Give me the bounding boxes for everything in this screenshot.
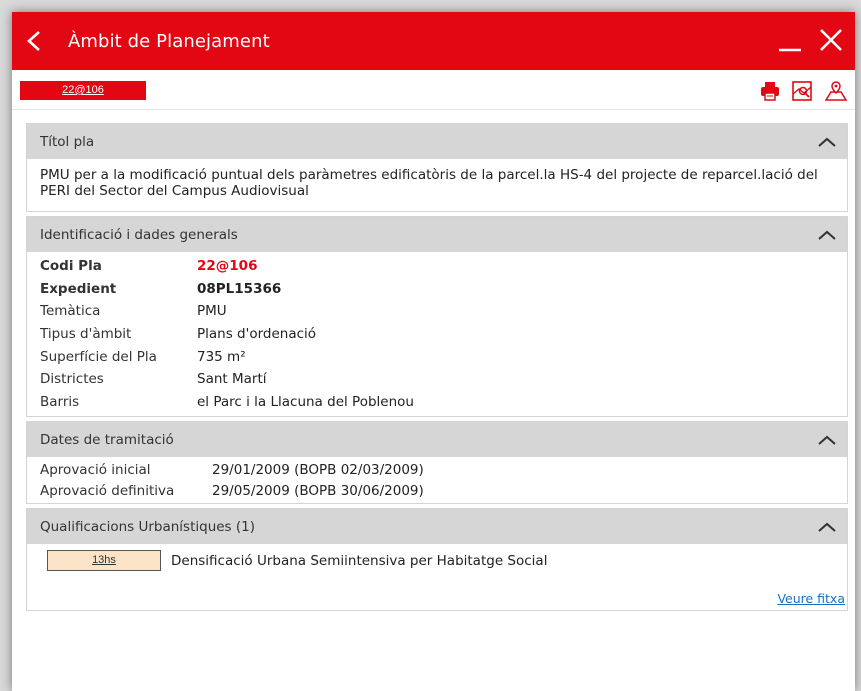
section-title: Dates de tramitació [40, 431, 174, 448]
field-value: Sant Martí [197, 371, 267, 388]
minimize-icon[interactable] [777, 26, 803, 54]
qualification-row: 13hs Densificació Urbana Semiintensiva p… [35, 550, 839, 572]
section-header-identificacio[interactable]: Identificació i dades generals [27, 217, 847, 252]
veure-fitxa-link[interactable]: Veure fitxa [777, 591, 845, 607]
field-row: Expedient 08PL15366 [40, 278, 834, 301]
chevron-up-icon[interactable] [817, 434, 837, 446]
field-value: el Parc i la Llacuna del Poblenou [197, 393, 414, 410]
dates-list: Aprovació inicial 29/01/2009 (BOPB 02/03… [27, 457, 847, 503]
toolbar: 22@106 [12, 70, 855, 110]
section-titol-pla: Títol pla PMU per a la modificació puntu… [26, 123, 848, 212]
date-value: 29/05/2009 (BOPB 30/06/2009) [212, 482, 424, 499]
identification-list: Codi Pla 22@106 Expedient 08PL15366 Temà… [27, 252, 847, 416]
field-row: Superfície del Pla 735 m² [40, 345, 834, 368]
qualification-code-link[interactable]: 13hs [47, 550, 161, 572]
section-identificacio: Identificació i dades generals Codi Pla … [26, 216, 848, 418]
content-area: Títol pla PMU per a la modificació puntu… [26, 123, 848, 615]
window-title: Àmbit de Planejament [68, 30, 270, 52]
section-header-titol[interactable]: Títol pla [27, 124, 847, 159]
section-header-dates[interactable]: Dates de tramitació [27, 422, 847, 458]
field-row: Codi Pla 22@106 [40, 255, 834, 278]
field-label: Codi Pla [40, 258, 102, 275]
field-row: Tipus d'àmbit Plans d'ordenació [40, 323, 834, 346]
qualification-body: 13hs Densificació Urbana Semiintensiva p… [27, 544, 847, 610]
field-row: Barris el Parc i la Llacuna del Poblenou [40, 391, 834, 414]
print-icon[interactable] [759, 80, 781, 102]
field-row: Temàtica PMU [40, 300, 834, 323]
section-title: Títol pla [40, 133, 95, 150]
map-zoom-icon[interactable] [791, 80, 813, 102]
chevron-up-icon[interactable] [817, 136, 837, 148]
date-label: Aprovació definitiva [40, 482, 175, 499]
date-row: Aprovació inicial 29/01/2009 (BOPB 02/03… [40, 459, 834, 480]
section-header-qualificacions[interactable]: Qualificacions Urbanístiques (1) [27, 509, 847, 545]
date-row: Aprovació definitiva 29/05/2009 (BOPB 30… [40, 480, 834, 501]
field-label: Expedient [40, 280, 117, 297]
plan-code-link[interactable]: 22@106 [20, 81, 146, 100]
chevron-up-icon[interactable] [817, 521, 837, 533]
section-qualificacions: Qualificacions Urbanístiques (1) 13hs De… [26, 508, 848, 612]
field-value: 22@106 [197, 258, 258, 275]
field-row: Districtes Sant Martí [40, 368, 834, 391]
date-label: Aprovació inicial [40, 461, 151, 478]
planning-panel: Àmbit de Planejament 22@106 Títol pla PM… [12, 12, 855, 691]
title-bar: Àmbit de Planejament [12, 12, 855, 70]
field-label: Districtes [40, 371, 104, 388]
map-location-icon[interactable] [825, 80, 847, 102]
date-value: 29/01/2009 (BOPB 02/03/2009) [212, 461, 424, 478]
close-icon[interactable] [819, 28, 843, 52]
back-icon[interactable] [24, 30, 46, 52]
qualification-description: Densificació Urbana Semiintensiva per Ha… [171, 552, 548, 569]
field-label: Superfície del Pla [40, 348, 157, 365]
field-label: Tipus d'àmbit [40, 326, 132, 343]
field-value: 735 m² [197, 348, 246, 365]
field-value: 08PL15366 [197, 280, 282, 297]
section-dates-tramitacio: Dates de tramitació Aprovació inicial 29… [26, 421, 848, 505]
field-value: Plans d'ordenació [197, 326, 317, 343]
section-title: Identificació i dades generals [40, 226, 238, 243]
field-label: Temàtica [40, 303, 101, 320]
plan-title-text: PMU per a la modificació puntual dels pa… [40, 167, 818, 199]
chevron-up-icon[interactable] [817, 229, 837, 241]
field-label: Barris [40, 393, 80, 410]
field-value: PMU [197, 303, 227, 320]
section-title: Qualificacions Urbanístiques (1) [40, 518, 256, 535]
